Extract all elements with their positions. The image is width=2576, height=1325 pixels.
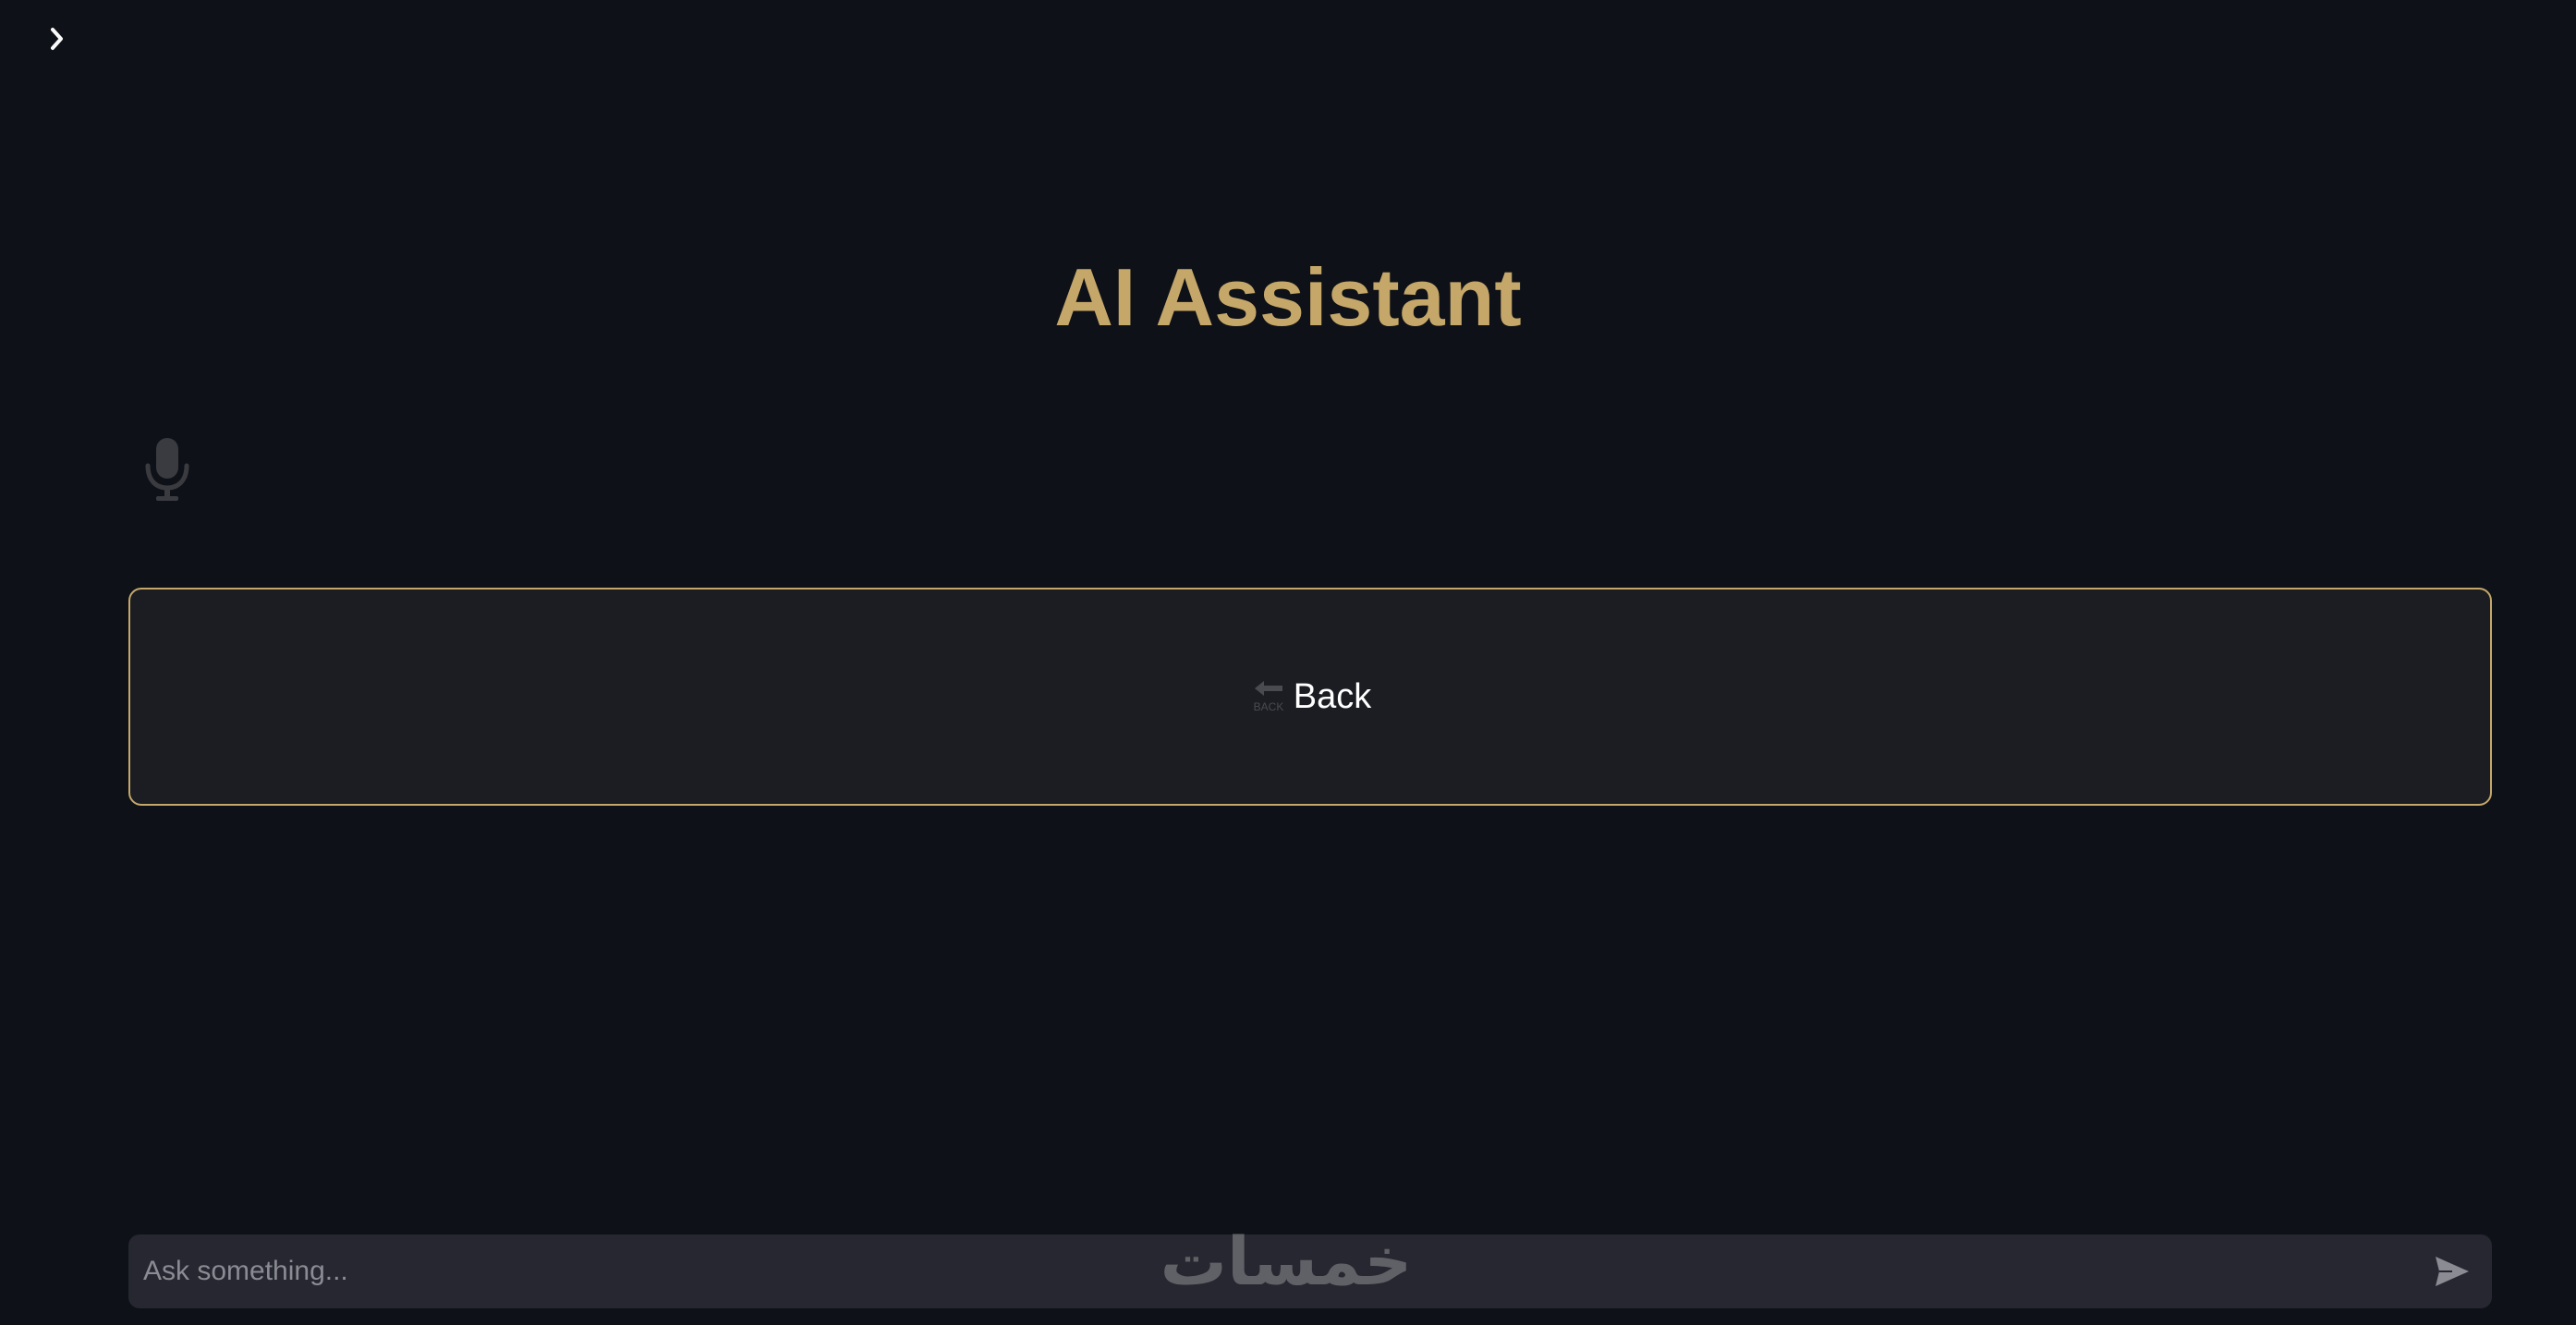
- back-button[interactable]: BACK Back: [128, 588, 2492, 806]
- microphone-button[interactable]: [140, 436, 194, 504]
- microphone-icon: [145, 438, 189, 501]
- send-icon: [2436, 1257, 2469, 1286]
- app-page: AI Assistant BACK Back Ask something... …: [0, 0, 2576, 1325]
- back-arrow-icon: BACK: [1249, 677, 1288, 716]
- chevron-right-icon: [51, 28, 63, 50]
- send-button[interactable]: [2429, 1249, 2475, 1294]
- back-icon-text: BACK: [1253, 700, 1283, 713]
- back-button-label: Back: [1293, 677, 1372, 716]
- page-title: AI Assistant: [1054, 251, 1522, 343]
- back-button-content: BACK Back: [1249, 676, 1371, 717]
- chat-input[interactable]: [143, 1234, 2398, 1308]
- chat-input-bar: [128, 1234, 2492, 1308]
- sidebar-toggle-button[interactable]: [41, 20, 74, 57]
